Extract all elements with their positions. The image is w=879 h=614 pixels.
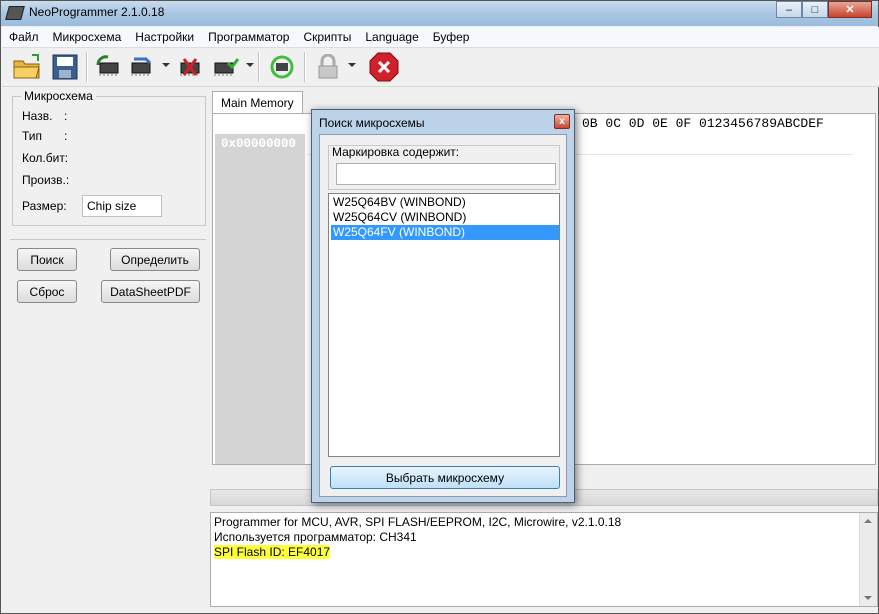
filter-label: Маркировка содержит: — [332, 145, 460, 159]
verify-chip-icon[interactable] — [210, 51, 242, 83]
chip-bits-label: Кол.бит: — [22, 151, 69, 165]
log-output: Programmer for MCU, AVR, SPI FLASH/EEPRO… — [210, 512, 878, 607]
chip-name-label: Назв. — [22, 109, 53, 123]
hex-column-header: 0B 0C 0D 0E 0F 0123456789ABCDEF — [582, 116, 824, 131]
list-item[interactable]: W25Q64BV (WINBOND) — [331, 195, 559, 210]
datasheet-button[interactable]: DataSheetPDF — [101, 280, 200, 303]
write-chip-icon[interactable] — [126, 51, 158, 83]
log-line: Programmer for MCU, AVR, SPI FLASH/EEPRO… — [214, 515, 622, 529]
menu-chip[interactable]: Микросхема — [46, 27, 129, 47]
write-dropdown-icon[interactable] — [162, 63, 170, 67]
reset-button[interactable]: Сброс — [17, 280, 77, 303]
save-floppy-icon[interactable] — [49, 51, 81, 83]
dialog-close-button[interactable]: x — [554, 114, 570, 129]
verify-dropdown-icon[interactable] — [246, 63, 254, 67]
menu-settings[interactable]: Настройки — [128, 27, 201, 47]
address-cell: 0x00000000 — [221, 137, 297, 151]
panel-divider — [10, 239, 206, 240]
menu-bar: Файл Микросхема Настройки Программатор С… — [2, 27, 879, 48]
tab-main-memory[interactable]: Main Memory — [212, 91, 303, 114]
chip-name-colon: : — [64, 109, 68, 123]
lock-dropdown-icon[interactable] — [348, 63, 356, 67]
chip-vendor-label: Произв.: — [22, 173, 70, 187]
chip-groupbox: Микросхема Назв. : Тип : Кол.бит: Произв… — [12, 89, 206, 226]
list-item-selected[interactable]: W25Q64FV (WINBOND) — [331, 225, 559, 240]
title-bar[interactable]: NeoProgrammer 2.1.0.18 – □ ✕ — [1, 1, 878, 26]
window-title: NeoProgrammer 2.1.0.18 — [29, 5, 165, 19]
close-button[interactable]: ✕ — [828, 1, 872, 18]
chip-info-panel: Микросхема Назв. : Тип : Кол.бит: Произв… — [10, 89, 206, 607]
log-vertical-scrollbar[interactable] — [859, 513, 877, 606]
detect-button[interactable]: Определить — [110, 248, 200, 271]
read-chip-icon[interactable] — [92, 51, 124, 83]
chip-size-label: Размер: — [22, 199, 67, 213]
menu-scripts[interactable]: Скрипты — [296, 27, 358, 47]
chip-list[interactable]: W25Q64BV (WINBOND) W25Q64CV (WINBOND) W2… — [328, 193, 560, 457]
stop-icon[interactable] — [368, 51, 400, 83]
chip-search-dialog: Поиск микросхемы x Маркировка содержит: … — [311, 109, 575, 503]
open-folder-icon[interactable] — [11, 51, 43, 83]
dialog-title: Поиск микросхемы — [319, 116, 425, 130]
address-column: 0x00000000 — [215, 134, 305, 464]
auto-chip-icon[interactable] — [266, 51, 298, 83]
log-line-highlight: SPI Flash ID: EF4017 — [214, 545, 331, 559]
toolbar — [2, 48, 879, 87]
list-item[interactable]: W25Q64CV (WINBOND) — [331, 210, 559, 225]
main-window: NeoProgrammer 2.1.0.18 – □ ✕ Файл Микрос… — [0, 0, 879, 614]
maximize-button[interactable]: □ — [802, 1, 828, 18]
log-line: Используется программатор: CH341 — [214, 530, 417, 544]
filter-groupbox: Маркировка содержит: — [328, 145, 560, 190]
menu-language[interactable]: Language — [358, 27, 425, 47]
menu-buffer[interactable]: Буфер — [426, 27, 477, 47]
chip-type-label: Тип — [22, 129, 43, 143]
menu-file[interactable]: Файл — [2, 27, 46, 47]
select-chip-button[interactable]: Выбрать микросхему — [330, 466, 560, 489]
search-button[interactable]: Поиск — [17, 248, 77, 271]
scroll-up-icon[interactable] — [864, 519, 872, 523]
menu-programmer[interactable]: Программатор — [201, 27, 296, 47]
scroll-down-icon[interactable] — [864, 596, 872, 600]
chip-type-colon: : — [64, 129, 68, 143]
chip-size-field: Chip size — [82, 195, 162, 217]
chip-legend: Микросхема — [21, 89, 96, 103]
app-icon — [5, 6, 25, 20]
minimize-button[interactable]: – — [776, 1, 802, 18]
dialog-body: Маркировка содержит: W25Q64BV (WINBOND) … — [319, 134, 567, 497]
filter-input[interactable] — [336, 163, 556, 185]
lock-icon[interactable] — [312, 51, 344, 83]
erase-chip-icon[interactable] — [174, 51, 206, 83]
